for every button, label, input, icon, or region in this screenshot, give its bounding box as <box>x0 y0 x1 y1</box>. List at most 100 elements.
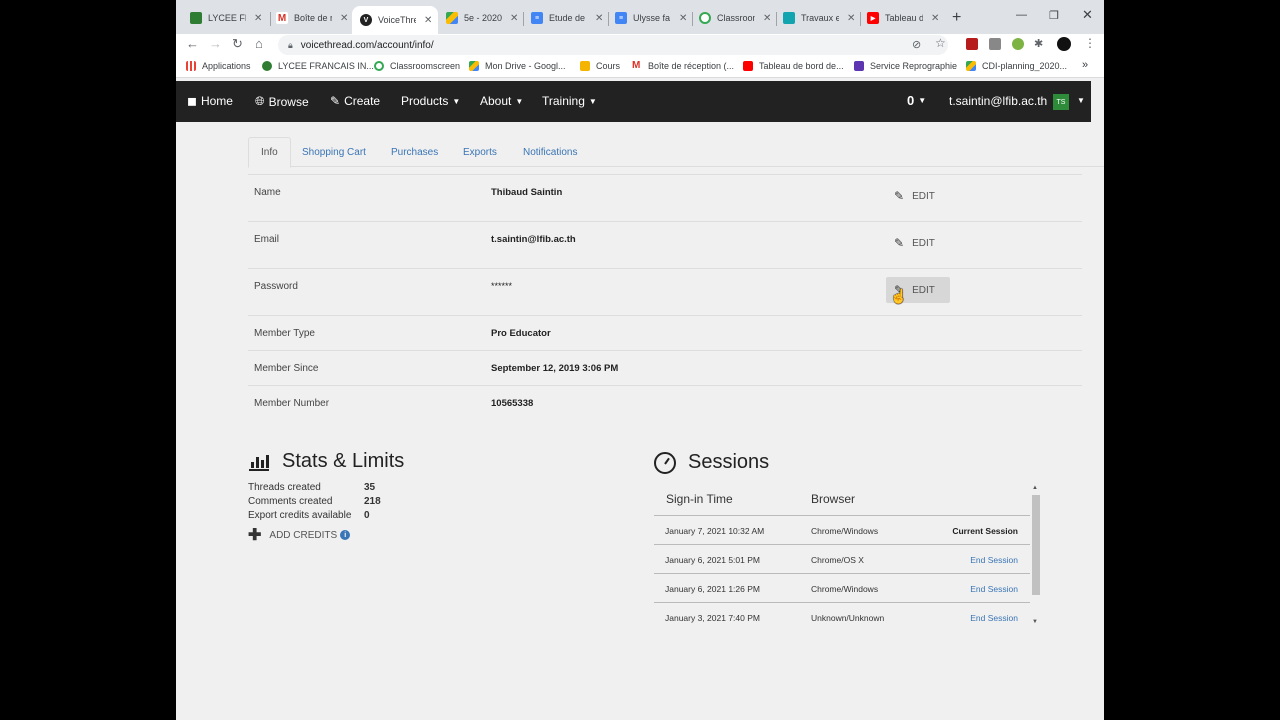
table-row: January 6, 2021 1:26 PM Chrome/Windows E… <box>654 573 1030 602</box>
nav-create[interactable]: ✎ Create <box>330 94 380 108</box>
table-row: January 7, 2021 10:32 AM Chrome/Windows … <box>654 515 1030 544</box>
home-icon[interactable]: ⌂ <box>255 36 263 51</box>
menu-dots-icon[interactable]: ⋮ <box>1084 36 1096 50</box>
browser-tab[interactable]: ▶ Tableau d ✕ <box>867 8 939 28</box>
tab-label: Boîte de r <box>294 13 332 23</box>
tab-label: VoiceThre <box>378 15 416 25</box>
tab-purchases[interactable]: Purchases <box>379 137 450 167</box>
profile-icon[interactable] <box>1057 37 1071 51</box>
tab-label: Ulysse fa <box>633 13 671 23</box>
close-icon[interactable]: ✕ <box>679 13 687 24</box>
back-icon[interactable]: ← <box>186 36 199 51</box>
folder-icon <box>580 61 590 71</box>
sessions-scrollbar[interactable]: ▲ ▼ <box>1030 485 1042 627</box>
session-browser: Unknown/Unknown <box>811 613 885 623</box>
browser-tab[interactable]: Classroom ✕ <box>699 8 771 28</box>
nav-label: Products <box>401 94 449 108</box>
extension-icon[interactable] <box>1012 38 1024 50</box>
nav-browse[interactable]: 🌐︎ Browse <box>255 94 309 109</box>
scroll-up-icon[interactable]: ▲ <box>1032 485 1038 491</box>
bookmark-label: Boîte de réception (... <box>648 61 735 71</box>
close-icon[interactable]: ✕ <box>847 13 855 24</box>
tab-label: Classroom <box>717 13 755 23</box>
browser-tab[interactable]: M Boîte de r ✕ <box>276 8 348 28</box>
restore-icon[interactable]: ❐ <box>1049 9 1059 22</box>
avatar[interactable]: TS <box>1053 94 1069 110</box>
close-icon[interactable]: ✕ <box>931 13 939 24</box>
browser-tab[interactable]: Travaux e ✕ <box>783 8 855 28</box>
classroomscreen-icon <box>374 61 384 71</box>
drive-icon <box>966 61 976 71</box>
bookmarks-overflow-button[interactable]: » <box>1082 59 1088 71</box>
browser-tab[interactable]: ≡ Ulysse fa ✕ <box>615 8 687 28</box>
bookmark-item[interactable]: Mon Drive - Googl... <box>469 61 566 71</box>
close-icon[interactable]: ✕ <box>424 15 432 26</box>
user-menu[interactable]: t.saintin@lfib.ac.th <box>949 94 1047 108</box>
info-icon[interactable]: i <box>340 530 351 540</box>
tab-shopping-cart[interactable]: Shopping Cart <box>290 137 378 167</box>
end-session-link[interactable]: End Session <box>970 613 1018 623</box>
close-icon[interactable]: ✕ <box>340 13 348 24</box>
bookmark-label: CDI-planning_2020... <box>982 61 1068 71</box>
close-icon[interactable]: ✕ <box>254 13 262 24</box>
current-session-label: Current Session <box>952 526 1018 536</box>
end-session-link[interactable]: End Session <box>970 555 1018 565</box>
close-icon[interactable]: ✕ <box>510 13 518 24</box>
bookmark-item[interactable]: LYCEE FRANCAIS IN... <box>262 61 374 71</box>
bookmark-item[interactable]: Tableau de bord de... <box>743 61 844 71</box>
puzzle-icon[interactable]: ✱ <box>1034 37 1043 50</box>
user-menu-caret[interactable]: ▼ <box>1073 96 1085 105</box>
new-tab-button[interactable]: + <box>952 9 961 27</box>
bookmark-item[interactable]: M Boîte de réception (... <box>632 61 735 72</box>
edit-email-button[interactable]: ✎ EDIT <box>886 230 950 256</box>
edit-name-button[interactable]: ✎ EDIT <box>886 183 950 209</box>
notification-count[interactable]: 0 ▼ <box>907 93 926 108</box>
window-close-icon[interactable]: ✕ <box>1082 7 1093 23</box>
nav-home[interactable]: ◼ Home <box>187 94 233 108</box>
browser-tab[interactable]: ≡ Etude de ✕ <box>531 8 603 28</box>
nav-training[interactable]: Training ▼ <box>542 94 597 108</box>
end-session-link[interactable]: End Session <box>970 584 1018 594</box>
bookmark-item[interactable]: Cours <box>580 61 620 71</box>
tab-divider <box>608 12 609 26</box>
star-icon[interactable]: ☆ <box>935 36 946 50</box>
edit-label: EDIT <box>912 237 935 249</box>
hand-cursor-icon: ☝ <box>890 288 908 304</box>
bookmark-item[interactable]: Service Reprographie <box>854 61 957 71</box>
address-bar[interactable]: 🔒︎ voicethread.com/account/info/ <box>278 35 948 55</box>
info-row-email: Email t.saintin@lfib.ac.th ✎ EDIT <box>248 221 1082 268</box>
ublock-icon[interactable] <box>966 38 978 50</box>
browser-tab[interactable]: 5e - 2020 ✕ <box>446 8 518 28</box>
nav-about[interactable]: About ▼ <box>480 94 523 108</box>
gmail-icon: M <box>276 12 288 24</box>
field-value: September 12, 2019 3:06 PM <box>491 363 619 374</box>
bookmark-item[interactable]: Classroomscreen <box>374 61 460 71</box>
count-label: 0 <box>907 93 915 108</box>
apps-grid-icon <box>186 61 196 71</box>
minimize-icon[interactable]: — <box>1016 9 1027 21</box>
lycee-icon <box>262 61 272 71</box>
bookmark-item[interactable]: CDI-planning_2020... <box>966 61 1067 71</box>
bookmark-item[interactable]: Applications <box>186 61 251 71</box>
voicethread-icon: V <box>360 14 372 26</box>
tab-notifications[interactable]: Notifications <box>511 137 589 167</box>
close-icon[interactable]: ✕ <box>595 13 603 24</box>
browser-tab-active[interactable]: V VoiceThre ✕ <box>352 6 438 34</box>
site-navbar: ◼ Home 🌐︎ Browse ✎ Create Products ▼ About ▼ … <box>176 81 1091 122</box>
drive-icon <box>446 12 458 24</box>
info-row-member-since: Member Since September 12, 2019 3:06 PM <box>248 350 1082 385</box>
tab-info[interactable]: Info <box>248 137 291 168</box>
close-icon[interactable]: ✕ <box>763 13 771 24</box>
scrollbar-thumb[interactable] <box>1032 495 1040 595</box>
forward-icon[interactable]: → <box>209 36 222 51</box>
add-credits-button[interactable]: ✚ ADD CREDITS i <box>248 525 351 545</box>
browser-tab[interactable]: LYCEE FR ✕ <box>190 8 262 28</box>
extension-icon[interactable] <box>989 38 1001 50</box>
reload-icon[interactable]: ↻ <box>232 36 243 52</box>
nav-products[interactable]: Products ▼ <box>401 94 460 108</box>
field-value: ****** <box>491 281 513 291</box>
eye-off-icon[interactable]: ⊘ <box>912 38 921 51</box>
tab-exports[interactable]: Exports <box>451 137 509 167</box>
stat-value: 0 <box>364 510 370 521</box>
scroll-down-icon[interactable]: ▼ <box>1032 619 1038 625</box>
